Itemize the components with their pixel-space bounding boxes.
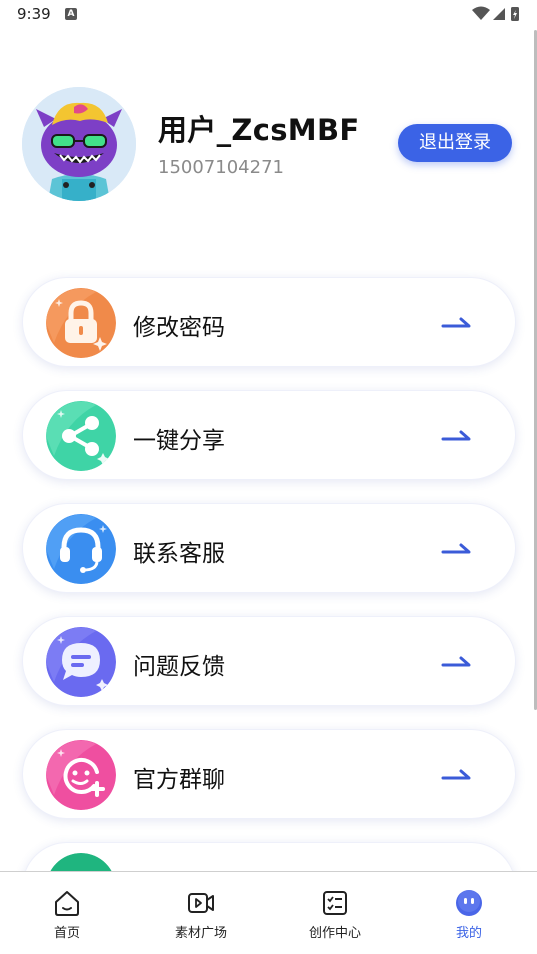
menu-label: 问题反馈: [133, 654, 225, 680]
lock-icon: [46, 288, 116, 358]
notification-icon: A: [65, 8, 77, 20]
home-icon: [55, 891, 79, 916]
user-name: 用户_ZcsMBF: [158, 113, 360, 147]
status-bar: 9:39 A: [0, 0, 537, 30]
menu-label: 修改密码: [133, 315, 225, 341]
arrow-right-icon: [441, 317, 471, 328]
tab-label: 创作中心: [308, 926, 361, 941]
tab-materials[interactable]: 素材广场: [151, 872, 251, 942]
user-phone: 15007104271: [158, 157, 284, 178]
profile-face-icon: [456, 890, 482, 916]
tab-home[interactable]: 首页: [17, 872, 117, 942]
tab-label: 素材广场: [174, 926, 227, 941]
checklist-icon: [323, 891, 347, 915]
status-icons: [472, 6, 519, 21]
avatar[interactable]: [22, 87, 136, 201]
profile-screen: 9:39 A 用户_ZcsMBF 15007104271 退出登录 修改密码 一…: [0, 0, 537, 954]
feedback-icon: [46, 627, 116, 697]
arrow-right-icon: [441, 769, 471, 780]
status-time: 9:39: [17, 5, 51, 23]
menu-item-group-chat[interactable]: 官方群聊: [22, 729, 516, 819]
share-icon: [46, 401, 116, 471]
video-icon: [188, 893, 214, 913]
tab-creation-center[interactable]: 创作中心: [285, 872, 385, 942]
menu-item-change-password[interactable]: 修改密码: [22, 277, 516, 367]
tab-label: 我的: [455, 926, 482, 941]
signal-icon: [493, 8, 505, 20]
monster-avatar-image: [22, 87, 136, 201]
arrow-right-icon: [441, 430, 471, 441]
tab-mine[interactable]: 我的: [419, 872, 519, 942]
logout-button[interactable]: 退出登录: [398, 124, 512, 162]
wifi-icon: [472, 6, 490, 20]
menu-item-customer-service[interactable]: 联系客服: [22, 503, 516, 593]
bottom-tab-bar: 首页 素材广场 创作中心 我的: [0, 871, 537, 954]
menu-label: 联系客服: [133, 541, 225, 567]
menu-item-feedback[interactable]: 问题反馈: [22, 616, 516, 706]
menu-item-share[interactable]: 一键分享: [22, 390, 516, 480]
arrow-right-icon: [441, 543, 471, 554]
menu-label: 一键分享: [133, 428, 225, 454]
tab-label: 首页: [53, 926, 80, 941]
arrow-right-icon: [441, 656, 471, 667]
menu-label: 官方群聊: [133, 767, 225, 793]
group-chat-icon: [46, 740, 116, 810]
headset-icon: [46, 514, 116, 584]
